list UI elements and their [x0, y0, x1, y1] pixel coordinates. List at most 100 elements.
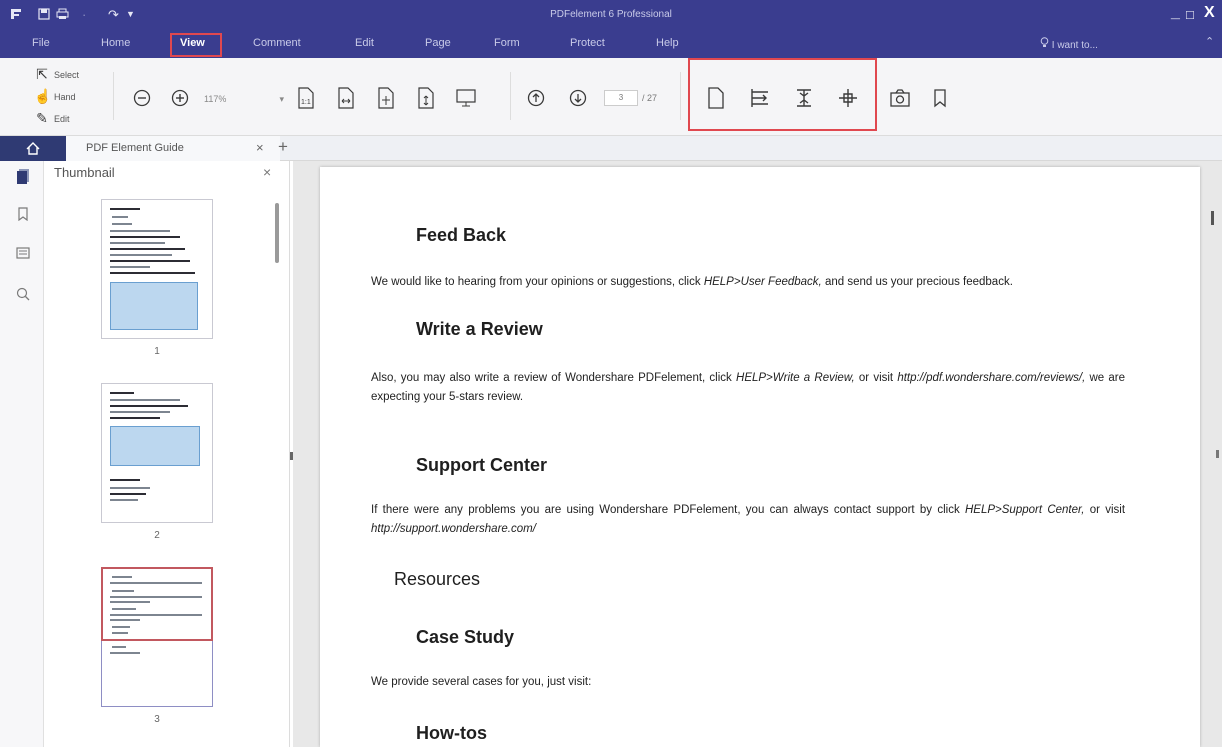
support-text: If there were any problems you are using… — [371, 504, 965, 516]
page-thumbnail-3[interactable] — [101, 567, 213, 707]
review-text: Also, you may also write a review of Won… — [371, 372, 737, 384]
feedback-text: We would like to hearing from your opini… — [371, 276, 704, 288]
zoom-out-icon[interactable] — [130, 86, 154, 110]
menu-home[interactable]: Home — [101, 37, 130, 49]
thumbnail-text-line — [110, 405, 188, 407]
thumbnail-text-line — [112, 576, 132, 578]
page-number-label: 2 — [154, 530, 160, 541]
thumbnail-text-line — [110, 582, 202, 584]
hand-icon: ☝ — [34, 88, 52, 104]
snapshot-icon[interactable] — [888, 86, 912, 110]
visible-area-indicator[interactable] — [101, 567, 213, 641]
chevron-up-icon[interactable]: ⌃ — [1205, 35, 1214, 48]
support-link: HELP>Support Center, — [965, 504, 1085, 516]
thumbnail-text-line — [110, 392, 134, 394]
thumbnail-text-line — [110, 652, 140, 654]
thumbnail-text-line — [110, 266, 150, 268]
edit-tool-button[interactable]: ✎ Edit — [34, 110, 69, 127]
pdf-page: Feed Back We would like to hearing from … — [320, 167, 1200, 747]
support-text-mid: or visit — [1084, 504, 1126, 516]
select-label: Select — [54, 69, 80, 80]
fit-height-icon[interactable] — [414, 86, 438, 110]
zoom-select[interactable]: 117% ▾ — [204, 90, 284, 108]
page-thumbnail-1[interactable] — [101, 199, 213, 339]
zoom-dropdown-icon: ▾ — [279, 93, 284, 104]
thumbnail-panel-title: Thumbnail — [54, 165, 115, 180]
document-tab[interactable]: PDF Element Guide × — [66, 136, 280, 161]
page-number-input[interactable]: 3 — [604, 90, 638, 106]
right-panel-handle[interactable] — [1216, 450, 1219, 458]
select-tool-button[interactable]: ⇱ Select — [34, 66, 79, 83]
thumbnail-text-line — [112, 223, 132, 225]
thumbnail-text-line — [110, 230, 170, 232]
thumbnail-text-line — [110, 499, 138, 501]
thumbnail-text-line — [110, 493, 146, 495]
select-cursor-icon: ⇱ — [36, 66, 48, 82]
view-menu-highlight — [170, 33, 222, 57]
thumbnail-text-line — [110, 487, 150, 489]
close-window-button[interactable]: X — [1204, 5, 1215, 21]
menu-file[interactable]: File — [32, 37, 50, 49]
heading-feed-back: Feed Back — [416, 225, 507, 245]
feedback-link: HELP>User Feedback, — [703, 276, 822, 288]
thumbnail-text-line — [110, 417, 160, 419]
heading-write-review: Write a Review — [416, 319, 543, 339]
thumbnail-text-line — [110, 260, 190, 262]
previous-page-icon[interactable] — [524, 86, 548, 110]
page-number-label: 1 — [154, 346, 160, 357]
maximize-button[interactable]: □ — [1186, 7, 1194, 23]
menu-form[interactable]: Form — [494, 37, 520, 49]
thumbnail-scrollbar[interactable] — [275, 203, 279, 263]
next-page-icon[interactable] — [566, 86, 590, 110]
page-number-label: 3 — [154, 714, 160, 725]
left-sidebar — [0, 161, 44, 747]
comment-panel-icon[interactable] — [14, 245, 32, 263]
close-tab-button[interactable]: × — [256, 140, 264, 155]
help-search-label: I want to... — [1051, 40, 1098, 51]
fit-page-icon[interactable] — [374, 86, 398, 110]
thumbnail-text-line — [112, 626, 130, 628]
menu-help[interactable]: Help — [656, 37, 679, 49]
menu-comment[interactable]: Comment — [253, 37, 301, 49]
title-bar: · ↷ ▼ PDFelement 6 Professional _ □ X Fi… — [0, 0, 1222, 58]
zoom-in-icon[interactable] — [168, 86, 192, 110]
thumbnail-text-line — [110, 479, 140, 481]
ribbon-divider — [680, 72, 681, 120]
thumbnail-text-line — [112, 632, 128, 634]
edit-icon: ✎ — [36, 110, 48, 126]
page-total: / 27 — [642, 93, 658, 103]
hand-tool-button[interactable]: ☝ Hand — [34, 88, 76, 105]
menu-page[interactable]: Page — [425, 37, 451, 49]
support-paragraph: If there were any problems you are using… — [371, 501, 1125, 539]
page-thumbnail-2[interactable] — [101, 383, 213, 523]
zoom-value: 117% — [204, 94, 227, 104]
menu-protect[interactable]: Protect — [570, 37, 605, 49]
close-panel-button[interactable]: × — [263, 164, 271, 180]
search-icon[interactable] — [14, 285, 32, 303]
document-tab-bar: PDF Element Guide × + — [0, 136, 1222, 161]
home-tab[interactable] — [0, 136, 66, 161]
home-icon — [26, 142, 40, 155]
review-link: HELP>Write a Review, — [736, 372, 855, 384]
menu-edit[interactable]: Edit — [355, 37, 374, 49]
thumbnail-text-line — [110, 601, 150, 603]
thumbnail-screenshot — [110, 426, 200, 466]
bookmark-panel-icon[interactable] — [14, 205, 32, 223]
new-tab-button[interactable]: + — [278, 137, 288, 157]
fit-width-icon[interactable] — [334, 86, 358, 110]
minimize-button[interactable]: _ — [1171, 5, 1180, 21]
thumbnail-panel-icon[interactable] — [14, 167, 32, 185]
thumbnail-text-line — [110, 236, 180, 238]
thumbnail-text-line — [110, 248, 185, 250]
help-search[interactable]: I want to... — [1040, 37, 1098, 51]
review-text-mid: or visit — [854, 372, 898, 384]
slideshow-icon[interactable] — [454, 86, 478, 110]
thumbnail-screenshot — [110, 282, 198, 330]
bookmark-icon[interactable] — [928, 86, 952, 110]
thumbnail-text-line — [110, 614, 202, 616]
document-scrollbar[interactable] — [1211, 211, 1214, 225]
review-url: http://pdf.wondershare.com/reviews/, — [897, 372, 1086, 384]
actual-size-icon[interactable]: 1:1 — [294, 86, 318, 110]
hand-label: Hand — [54, 91, 76, 102]
svg-text:1:1: 1:1 — [301, 99, 311, 106]
